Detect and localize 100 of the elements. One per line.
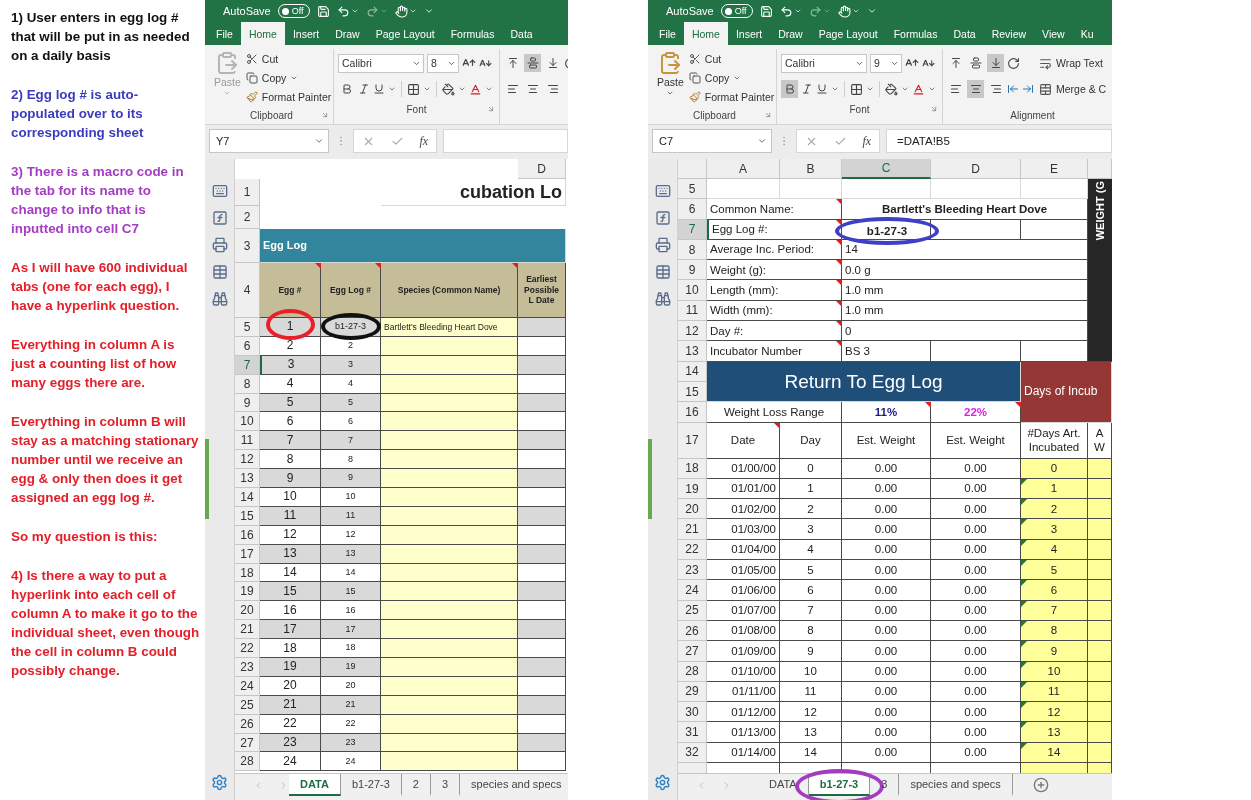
- table-cell[interactable]: 0.00: [842, 681, 931, 703]
- table-cell[interactable]: 0.00: [842, 641, 931, 662]
- insert-function-button[interactable]: fx: [419, 133, 429, 149]
- row-number[interactable]: 2: [235, 206, 260, 229]
- insert-function-button[interactable]: fx: [862, 133, 872, 149]
- sheet-tab[interactable]: 3: [870, 774, 900, 796]
- format-painter-button[interactable]: Format Painter: [245, 88, 332, 105]
- save-icon[interactable]: [316, 4, 330, 18]
- table-cell[interactable]: 0.00: [931, 722, 1021, 743]
- formula-field[interactable]: [443, 129, 568, 153]
- row-number[interactable]: 24: [678, 580, 707, 601]
- column-header[interactable]: A: [707, 159, 780, 179]
- table-cell[interactable]: 0.00: [931, 478, 1021, 500]
- table-cell[interactable]: 0.00: [931, 620, 1021, 642]
- row-number[interactable]: 27: [678, 641, 707, 662]
- table-cell[interactable]: 5: [1021, 560, 1088, 581]
- table-cell[interactable]: 17: [260, 620, 321, 640]
- table-cell[interactable]: 1: [260, 318, 321, 337]
- table-cell[interactable]: 0.00: [931, 702, 1021, 723]
- row-number[interactable]: 23: [235, 658, 260, 677]
- column-header[interactable]: D: [931, 159, 1021, 179]
- column-header[interactable]: E: [1021, 159, 1088, 179]
- copy-button[interactable]: Copy: [245, 69, 332, 86]
- vertical-align-button[interactable]: [987, 54, 1004, 72]
- table-cell[interactable]: 9: [321, 469, 381, 488]
- table-cell[interactable]: 01/00/00: [707, 458, 780, 479]
- table-cell[interactable]: 10: [260, 488, 321, 507]
- row-number[interactable]: 1: [235, 179, 260, 206]
- row-number[interactable]: 23: [678, 560, 707, 581]
- touch-icon[interactable]: [837, 4, 860, 18]
- font-color-icon[interactable]: [469, 82, 482, 96]
- bold-button[interactable]: [781, 80, 798, 98]
- table-cell[interactable]: 0.00: [842, 722, 931, 743]
- table-cell[interactable]: 6: [780, 580, 842, 601]
- ribbon-tab[interactable]: Page Layout: [810, 22, 886, 45]
- customize-caret-icon[interactable]: [866, 6, 877, 16]
- table-cell[interactable]: 8: [260, 450, 321, 470]
- paint-bucket-icon[interactable]: [885, 82, 898, 96]
- customize-caret-icon[interactable]: [423, 6, 434, 16]
- caret-icon[interactable]: [458, 85, 466, 93]
- table-cell[interactable]: 10: [321, 488, 381, 507]
- undo-icon[interactable]: [779, 4, 802, 18]
- table-cell[interactable]: 01/10/00: [707, 661, 780, 682]
- caret-icon[interactable]: [423, 85, 431, 93]
- table-cell[interactable]: 19: [321, 658, 381, 677]
- table-cell[interactable]: 01/08/00: [707, 620, 780, 642]
- table-cell[interactable]: 01/14/00: [707, 742, 780, 763]
- redo-icon[interactable]: [808, 4, 831, 18]
- row-number[interactable]: 5: [678, 179, 707, 200]
- table-cell[interactable]: 0.00: [842, 742, 931, 763]
- table-cell[interactable]: 3: [780, 519, 842, 540]
- row-number[interactable]: 28: [678, 661, 707, 682]
- launcher-icon[interactable]: [321, 111, 329, 119]
- italic-icon[interactable]: [358, 83, 370, 95]
- printer-icon[interactable]: [211, 237, 228, 253]
- row-number[interactable]: 11: [678, 300, 707, 322]
- table-cell[interactable]: 6: [260, 412, 321, 432]
- function-icon[interactable]: [654, 210, 671, 226]
- printer-icon[interactable]: [654, 237, 671, 253]
- table-icon[interactable]: [211, 264, 228, 280]
- table-cell[interactable]: 0.00: [931, 580, 1021, 601]
- table-cell[interactable]: 24: [260, 752, 321, 772]
- row-number[interactable]: 31: [678, 722, 707, 743]
- cut-button[interactable]: Cut: [245, 50, 332, 67]
- column-header[interactable]: B: [780, 159, 842, 179]
- row-number[interactable]: 10: [235, 412, 260, 432]
- table-cell[interactable]: 7: [321, 431, 381, 451]
- table-cell[interactable]: 9: [1021, 641, 1088, 662]
- launcher-icon[interactable]: [487, 105, 495, 113]
- row-number[interactable]: 22: [235, 639, 260, 659]
- font-size-field[interactable]: 8: [427, 53, 459, 73]
- caret-icon[interactable]: [928, 85, 936, 93]
- table-cell[interactable]: 8: [780, 620, 842, 642]
- row-number[interactable]: 14: [235, 488, 260, 507]
- table-cell[interactable]: Weight Loss Range: [707, 402, 842, 423]
- table-cell[interactable]: 0.00: [842, 539, 931, 561]
- table-cell[interactable]: 1: [780, 478, 842, 500]
- table-cell[interactable]: 6: [321, 412, 381, 432]
- table-cell[interactable]: 7: [260, 431, 321, 451]
- formula-field[interactable]: =DATA!B5: [886, 129, 1112, 153]
- table-cell[interactable]: 0.00: [842, 458, 931, 479]
- table-cell[interactable]: 01/03/00: [707, 519, 780, 540]
- table-cell[interactable]: 01/04/00: [707, 539, 780, 561]
- borders-icon[interactable]: [407, 82, 420, 96]
- table-cell[interactable]: 0: [780, 458, 842, 479]
- add-sheet-icon[interactable]: [1032, 777, 1049, 793]
- caret-icon[interactable]: [866, 85, 874, 93]
- row-number[interactable]: 13: [235, 469, 260, 488]
- table-cell[interactable]: 0.00: [931, 458, 1021, 479]
- table-cell[interactable]: 13: [780, 722, 842, 743]
- undo-icon[interactable]: [336, 4, 359, 18]
- table-cell[interactable]: 01/13/00: [707, 722, 780, 743]
- paint-bucket-icon[interactable]: [442, 82, 455, 96]
- row-number[interactable]: 19: [678, 478, 707, 500]
- caret-icon[interactable]: [388, 85, 396, 93]
- underline-icon[interactable]: [373, 83, 385, 95]
- ribbon-tab[interactable]: Ku: [1072, 22, 1102, 45]
- row-number[interactable]: 29: [678, 681, 707, 703]
- table-cell[interactable]: 12: [780, 702, 842, 723]
- redo-icon[interactable]: [365, 4, 388, 18]
